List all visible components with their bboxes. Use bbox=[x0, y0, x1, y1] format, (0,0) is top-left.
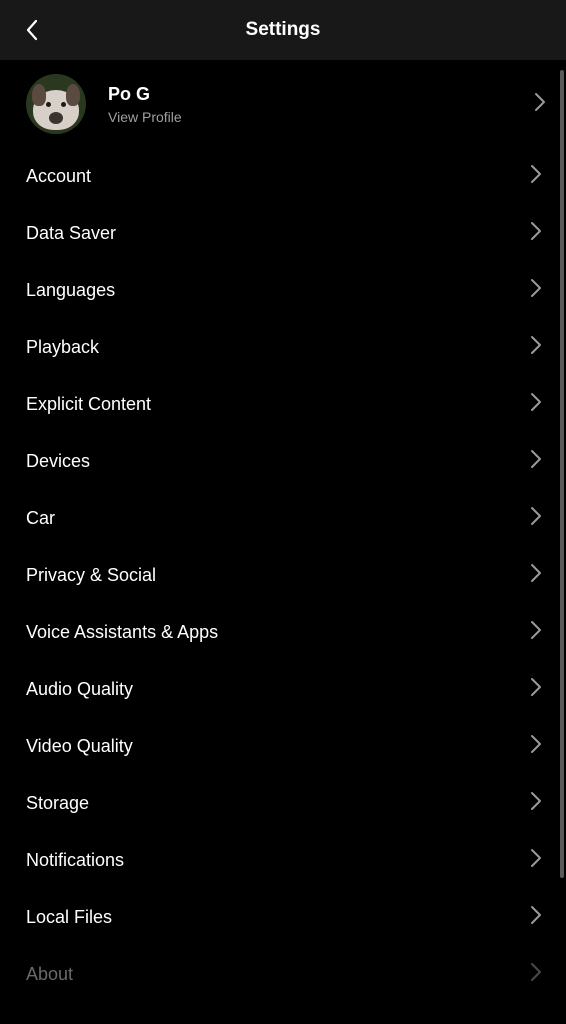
chevron-right-icon bbox=[530, 962, 542, 987]
page-title: Settings bbox=[246, 19, 321, 41]
profile-name: Po G bbox=[108, 83, 534, 106]
settings-item-label: Storage bbox=[26, 793, 89, 814]
chevron-right-icon bbox=[530, 905, 542, 930]
chevron-right-icon bbox=[530, 734, 542, 759]
chevron-left-icon bbox=[25, 19, 39, 41]
chevron-right-icon bbox=[530, 449, 542, 474]
profile-row[interactable]: Po G View Profile bbox=[0, 60, 566, 148]
settings-item-label: Car bbox=[26, 508, 55, 529]
settings-item-label: Video Quality bbox=[26, 736, 133, 757]
settings-item-label: Audio Quality bbox=[26, 679, 133, 700]
chevron-right-icon bbox=[530, 392, 542, 417]
back-button[interactable] bbox=[20, 18, 44, 42]
settings-item-label: About bbox=[26, 964, 73, 985]
settings-item-label: Data Saver bbox=[26, 223, 116, 244]
settings-item-car[interactable]: Car bbox=[0, 490, 566, 547]
settings-item-devices[interactable]: Devices bbox=[0, 433, 566, 490]
header: Settings bbox=[0, 0, 566, 60]
chevron-right-icon bbox=[530, 620, 542, 645]
chevron-right-icon bbox=[530, 848, 542, 873]
settings-item-storage[interactable]: Storage bbox=[0, 775, 566, 832]
settings-item-voice-assistants-apps[interactable]: Voice Assistants & Apps bbox=[0, 604, 566, 661]
settings-item-label: Devices bbox=[26, 451, 90, 472]
chevron-right-icon bbox=[530, 791, 542, 816]
settings-item-local-files[interactable]: Local Files bbox=[0, 889, 566, 946]
profile-text: Po G View Profile bbox=[108, 83, 534, 124]
settings-item-audio-quality[interactable]: Audio Quality bbox=[0, 661, 566, 718]
chevron-right-icon bbox=[530, 677, 542, 702]
chevron-right-icon bbox=[530, 506, 542, 531]
profile-subtitle: View Profile bbox=[108, 109, 534, 125]
chevron-right-icon bbox=[530, 164, 542, 189]
chevron-right-icon bbox=[530, 563, 542, 588]
scrollbar[interactable] bbox=[560, 70, 564, 878]
settings-item-playback[interactable]: Playback bbox=[0, 319, 566, 376]
settings-item-label: Notifications bbox=[26, 850, 124, 871]
settings-item-label: Voice Assistants & Apps bbox=[26, 622, 218, 643]
chevron-right-icon bbox=[530, 221, 542, 246]
settings-item-explicit-content[interactable]: Explicit Content bbox=[0, 376, 566, 433]
settings-item-label: Local Files bbox=[26, 907, 112, 928]
settings-item-label: Languages bbox=[26, 280, 115, 301]
settings-item-data-saver[interactable]: Data Saver bbox=[0, 205, 566, 262]
settings-item-label: Account bbox=[26, 166, 91, 187]
settings-item-privacy-social[interactable]: Privacy & Social bbox=[0, 547, 566, 604]
settings-content: Po G View Profile Account Data Saver Lan… bbox=[0, 60, 566, 1003]
settings-item-label: Explicit Content bbox=[26, 394, 151, 415]
chevron-right-icon bbox=[530, 335, 542, 360]
settings-item-video-quality[interactable]: Video Quality bbox=[0, 718, 566, 775]
settings-item-notifications[interactable]: Notifications bbox=[0, 832, 566, 889]
settings-item-label: Privacy & Social bbox=[26, 565, 156, 586]
settings-item-about[interactable]: About bbox=[0, 946, 566, 1003]
settings-item-languages[interactable]: Languages bbox=[0, 262, 566, 319]
settings-item-account[interactable]: Account bbox=[0, 148, 566, 205]
chevron-right-icon bbox=[530, 278, 542, 303]
chevron-right-icon bbox=[534, 92, 546, 117]
settings-item-label: Playback bbox=[26, 337, 99, 358]
avatar bbox=[26, 74, 86, 134]
